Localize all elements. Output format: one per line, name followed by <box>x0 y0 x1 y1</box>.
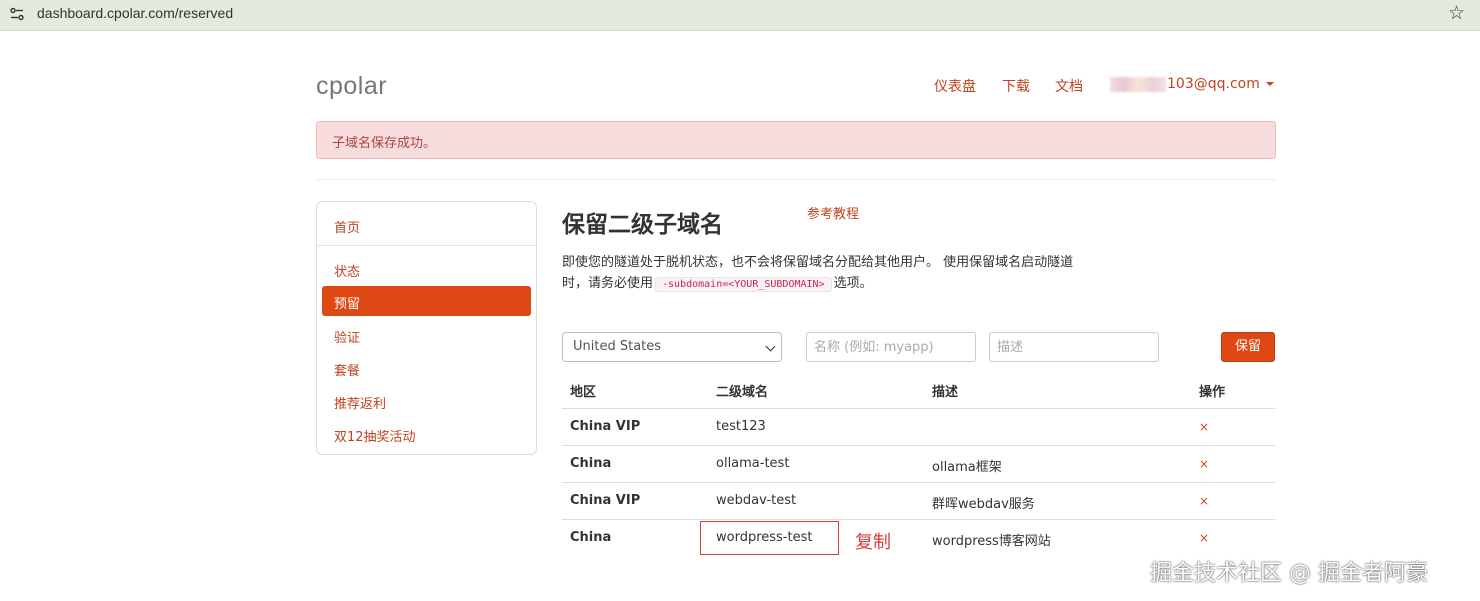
cell-description: 群晖webdav服务 <box>932 497 1035 512</box>
cell-region: China VIP <box>570 419 641 434</box>
divider <box>0 30 1480 31</box>
caret-down-icon <box>1265 82 1274 86</box>
reserve-button[interactable]: 保留 <box>1221 332 1275 362</box>
name-input[interactable] <box>806 332 976 362</box>
copy-annotation: 复制 <box>855 532 891 553</box>
sidebar-item-event[interactable]: 双12抽奖活动 <box>322 419 531 449</box>
cell-description: ollama框架 <box>932 460 1002 475</box>
tutorial-link[interactable]: 参考教程 <box>807 203 859 222</box>
sidebar-item-referral[interactable]: 推荐返利 <box>322 386 531 416</box>
description-line2-prefix: 时，请务必使用 <box>562 276 654 291</box>
highlight-box <box>700 521 839 555</box>
cell-subdomain: ollama-test <box>716 456 790 471</box>
browser-address-bar: dashboard.cpolar.com/reserved ☆ <box>0 0 1480 30</box>
brand-logo[interactable]: cpolar <box>316 72 387 101</box>
cell-description: wordpress博客网站 <box>932 534 1051 549</box>
divider <box>316 179 1276 180</box>
region-selected-value: United States <box>573 339 662 354</box>
url-text[interactable]: dashboard.cpolar.com/reserved <box>37 5 233 21</box>
sidebar: 首页 状态 预留 验证 套餐 推荐返利 双12抽奖活动 <box>316 201 537 455</box>
page-description: 即使您的隧道处于脱机状态，也不会将保留域名分配给其他用户。 使用保留域名启动隧道… <box>562 252 1122 295</box>
column-header-action: 操作 <box>1199 385 1226 400</box>
success-alert: 子域名保存成功。 <box>316 121 1276 159</box>
sidebar-item-plans[interactable]: 套餐 <box>322 353 531 383</box>
cell-region: China VIP <box>570 493 641 508</box>
table-divider <box>562 408 1275 409</box>
chevron-down-icon <box>765 341 776 352</box>
column-header-subdomain: 二级域名 <box>716 385 769 400</box>
table-divider <box>562 445 1275 446</box>
sidebar-item-status[interactable]: 状态 <box>322 254 531 284</box>
subdomain-code: -subdomain=<YOUR_SUBDOMAIN> <box>655 277 832 292</box>
blurred-email-prefix <box>1110 76 1166 92</box>
tune-icon[interactable] <box>9 6 25 22</box>
description-line2-suffix: 选项。 <box>833 276 873 291</box>
nav-docs[interactable]: 文档 <box>1055 76 1083 96</box>
table-divider <box>562 519 1275 520</box>
sidebar-item-verify[interactable]: 验证 <box>322 320 531 350</box>
user-email: 103@qq.com <box>1167 76 1260 92</box>
delete-icon[interactable]: × <box>1199 457 1209 471</box>
cell-region: China <box>570 456 612 471</box>
sidebar-item-reserved[interactable]: 预留 <box>322 286 531 316</box>
description-input[interactable] <box>989 332 1159 362</box>
region-select[interactable]: United States <box>562 332 782 362</box>
description-line1: 即使您的隧道处于脱机状态，也不会将保留域名分配给其他用户。 使用保留域名启动隧道 <box>562 255 1074 270</box>
nav-dashboard[interactable]: 仪表盘 <box>934 76 976 96</box>
sidebar-divider <box>317 245 536 246</box>
user-menu[interactable]: 103@qq.com <box>1110 76 1274 92</box>
nav-download[interactable]: 下载 <box>1002 76 1030 96</box>
delete-icon[interactable]: × <box>1199 494 1209 508</box>
cell-region: China <box>570 530 612 545</box>
page-title: 保留二级子域名 <box>562 212 723 238</box>
sidebar-item-home[interactable]: 首页 <box>322 210 531 240</box>
cell-subdomain: webdav-test <box>716 493 797 508</box>
cell-subdomain: test123 <box>716 419 766 434</box>
watermark: 掘金技术社区 @ 掘金者阿豪 <box>1150 561 1428 586</box>
delete-icon[interactable]: × <box>1199 420 1209 434</box>
table-divider <box>562 482 1275 483</box>
star-icon[interactable]: ☆ <box>1448 2 1465 24</box>
delete-icon[interactable]: × <box>1199 531 1209 545</box>
column-header-description: 描述 <box>932 385 959 400</box>
column-header-region: 地区 <box>570 385 597 400</box>
